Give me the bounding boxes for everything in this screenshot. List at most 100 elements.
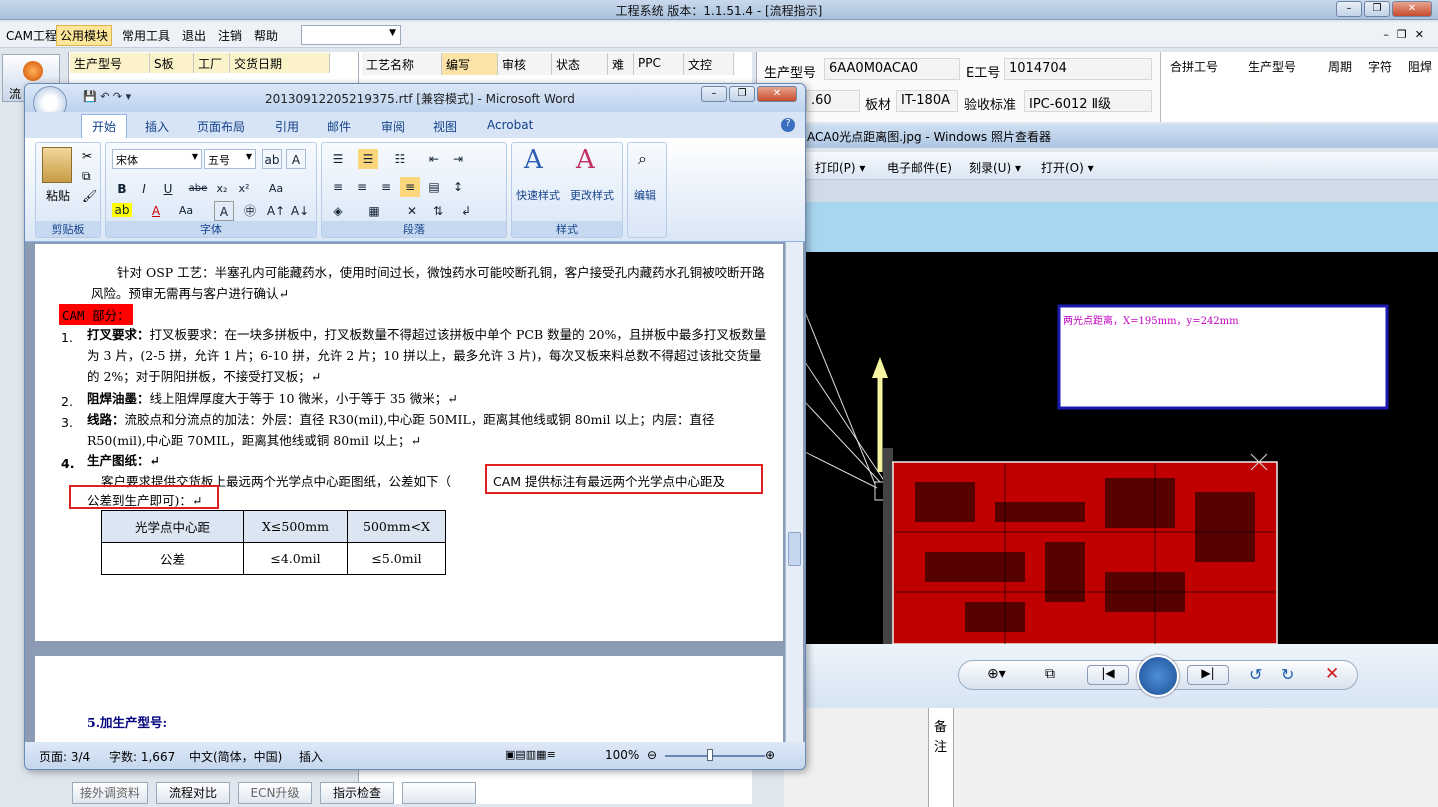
numbering-icon[interactable]: ☰ (358, 149, 378, 169)
close-icon[interactable]: ✕ (1392, 1, 1432, 17)
col-ppc[interactable]: PPC (634, 53, 684, 75)
menu-logout[interactable]: 注销 (218, 27, 242, 44)
col-right-model[interactable]: 生产型号 (1248, 58, 1296, 75)
col-cycle[interactable]: 周期 (1328, 58, 1352, 75)
tab-references[interactable]: 引用 (275, 118, 299, 135)
print-menu[interactable]: 打印(P) ▾ (815, 159, 865, 176)
align-center-icon[interactable]: ≡ (352, 177, 372, 197)
col-sboard[interactable]: S板 (150, 53, 194, 73)
view-buttons-icon[interactable]: ▣▤▥▦≡ (505, 748, 556, 761)
rotate-right-icon[interactable]: ↻ (1281, 665, 1294, 684)
email-menu[interactable]: 电子邮件(E) (887, 159, 952, 176)
model-field[interactable]: 6AA0M0ACA0 (824, 58, 960, 80)
change-styles-label[interactable]: 更改样式 (570, 187, 614, 203)
grow-font-icon[interactable]: Aa (176, 201, 196, 221)
phonetic-icon[interactable]: ab (262, 149, 282, 169)
flow-compare-button[interactable]: 流程对比 (156, 782, 230, 804)
col-writer[interactable]: 编写 (442, 53, 498, 75)
word-close-icon[interactable]: ✕ (757, 86, 797, 102)
font-grow-icon[interactable]: A↑ (266, 201, 286, 221)
tab-mailings[interactable]: 邮件 (327, 118, 351, 135)
language[interactable]: 中文(简体，中国) (189, 748, 282, 765)
burn-menu[interactable]: 刻录(U) ▾ (969, 159, 1021, 176)
italic-icon[interactable]: I (134, 179, 154, 199)
enclose-char-icon[interactable]: ㊥ (240, 201, 260, 221)
binoculars-icon[interactable]: ⌕ (638, 149, 647, 169)
toolbar-combo[interactable]: ▼ (301, 25, 401, 45)
word-minimize-icon[interactable]: – (701, 86, 727, 102)
increase-indent-icon[interactable]: ⇥ (448, 149, 468, 169)
cut-icon[interactable]: ✂ (82, 149, 92, 163)
rotate-left-icon[interactable]: ↺ (1249, 665, 1262, 684)
quick-access-icons[interactable]: 💾 ↶ ↷ ▾ (83, 90, 131, 103)
vertical-scrollbar[interactable] (785, 242, 803, 742)
zoom-slider-thumb[interactable] (707, 749, 713, 761)
menu-cam[interactable]: CAM工程 (6, 27, 57, 44)
menu-tools[interactable]: 常用工具 (122, 27, 170, 44)
restore-icon[interactable]: ❐ (1364, 1, 1390, 17)
col-delivery[interactable]: 交货日期 (230, 53, 330, 73)
tab-layout[interactable]: 页面布局 (197, 118, 245, 135)
document-page-2[interactable]: 5.加生产型号: (35, 656, 783, 746)
material-field[interactable]: IT-180A (896, 90, 958, 112)
menu-help[interactable]: 帮助 (254, 27, 278, 44)
clear-format-icon[interactable]: A (286, 149, 306, 169)
change-styles-icon[interactable]: A (576, 145, 595, 175)
font-color-icon[interactable]: A (146, 201, 166, 221)
instruction-check-button[interactable]: 指示检查 (320, 782, 394, 804)
sort-icon[interactable]: ⇅ (428, 201, 448, 221)
ecn-upgrade-button[interactable]: ECN升级 (238, 782, 312, 804)
paste-label[interactable]: 粘贴 (46, 187, 70, 204)
menu-public-module[interactable]: 公用模块 (56, 25, 113, 46)
quick-styles-label[interactable]: 快速样式 (516, 187, 560, 203)
superscript-icon[interactable]: x² (234, 179, 254, 199)
paste-icon[interactable] (42, 147, 72, 183)
bullets-icon[interactable]: ☰ (328, 149, 348, 169)
highlight-icon[interactable]: ab (112, 203, 132, 217)
shading-icon[interactable]: ◈ (328, 201, 348, 221)
next-icon[interactable]: ▶| (1187, 665, 1229, 685)
chinese-layout-icon[interactable]: ✕ (402, 201, 422, 221)
word-count[interactable]: 字数: 1,667 (109, 748, 175, 765)
col-doc-control[interactable]: 文控 (684, 53, 734, 75)
zoom-level[interactable]: 100% (605, 748, 639, 762)
char-shading-icon[interactable]: A (214, 201, 234, 221)
underline-icon[interactable]: U (158, 179, 178, 199)
tab-insert[interactable]: 插入 (145, 118, 169, 135)
blank-button[interactable] (402, 782, 476, 804)
page-count[interactable]: 页面: 3/4 (39, 748, 90, 765)
menu-exit[interactable]: 退出 (182, 27, 206, 44)
document-page[interactable]: 针对 OSP 工艺：半塞孔内可能藏药水，使用时间过长，微蚀药水可能咬断孔铜，客户… (35, 244, 783, 641)
word-restore-icon[interactable]: ❐ (729, 86, 755, 102)
decrease-indent-icon[interactable]: ⇤ (424, 149, 444, 169)
multilevel-list-icon[interactable]: ☷ (390, 149, 410, 169)
copy-icon[interactable]: ⧉ (82, 169, 91, 184)
borders-icon[interactable]: ▦ (364, 201, 384, 221)
line-spacing-icon[interactable]: ↕ (448, 177, 468, 197)
distributed-icon[interactable]: ▤ (424, 177, 444, 197)
col-difficulty[interactable]: 难 (608, 53, 634, 75)
zoom-out-icon[interactable]: ⊖ (647, 748, 657, 762)
open-menu[interactable]: 打开(O) ▾ (1041, 159, 1094, 176)
slideshow-icon[interactable] (1137, 655, 1179, 697)
font-shrink-icon[interactable]: A↓ (290, 201, 310, 221)
minimize-icon[interactable]: – (1336, 1, 1362, 17)
col-merge-no[interactable]: 合拼工号 (1170, 58, 1218, 75)
standard-field[interactable]: IPC-6012 Ⅱ级 (1024, 90, 1152, 112)
zoom-icon[interactable]: ⊕▾ (987, 666, 1006, 682)
font-size-select[interactable]: 五号 ▼ (204, 149, 256, 169)
strikethrough-icon[interactable]: abe (188, 179, 208, 199)
justify-icon[interactable]: ≡ (400, 177, 420, 197)
insert-mode[interactable]: 插入 (299, 748, 323, 765)
col-factory[interactable]: 工厂 (194, 53, 230, 73)
change-case-icon[interactable]: Aa (266, 179, 286, 199)
partial-field[interactable]: .60 (806, 90, 860, 112)
delete-icon[interactable]: ✕ (1325, 664, 1339, 684)
zoom-in-icon[interactable]: ⊕ (765, 748, 775, 762)
eno-field[interactable]: 1014704 (1004, 58, 1152, 80)
align-left-icon[interactable]: ≡ (328, 177, 348, 197)
subscript-icon[interactable]: x₂ (212, 179, 232, 199)
external-data-button[interactable]: 接外调资料 (72, 782, 148, 804)
align-right-icon[interactable]: ≡ (376, 177, 396, 197)
mdi-controls[interactable]: –❐✕ (1383, 28, 1432, 41)
